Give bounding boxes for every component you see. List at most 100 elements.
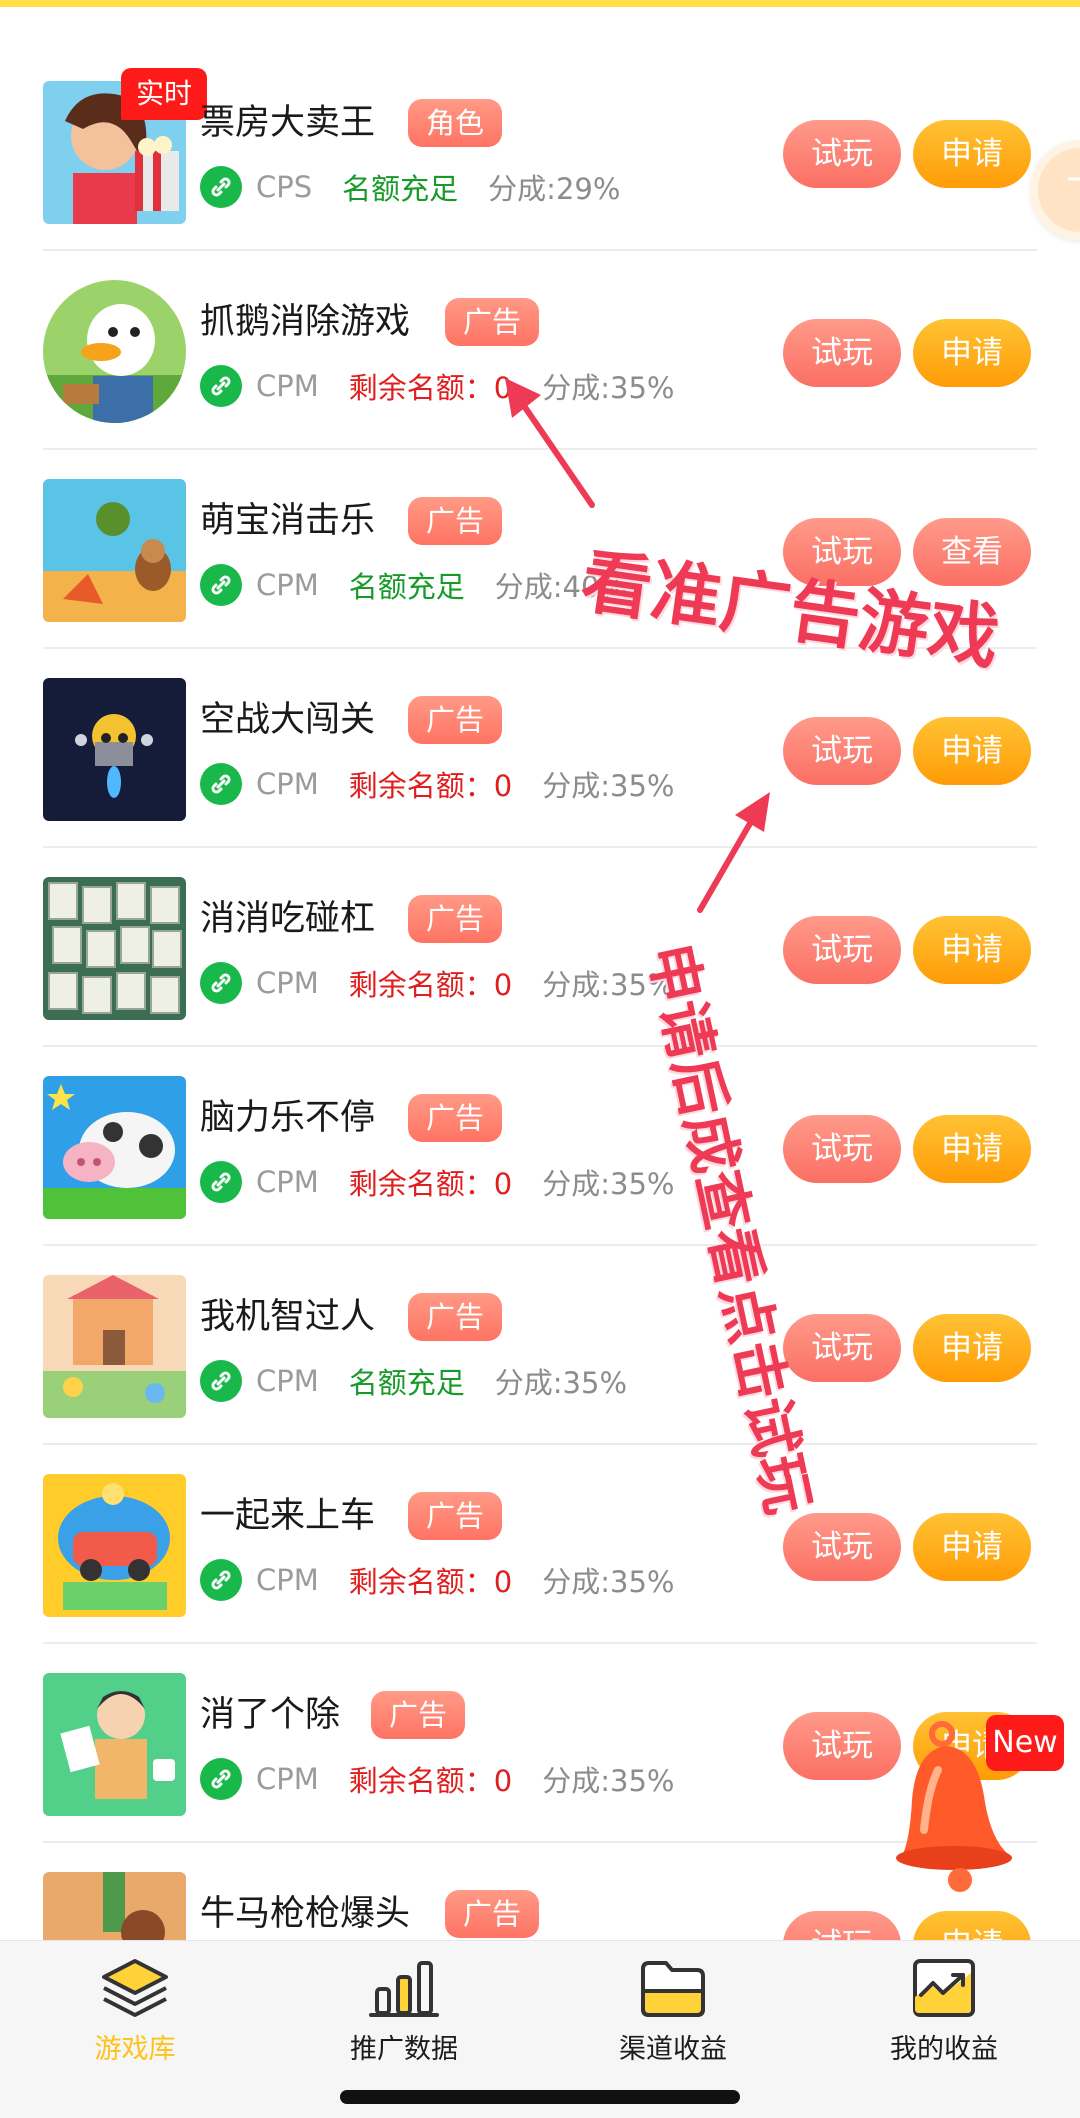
billing-type: CPM <box>256 966 319 1000</box>
category-tag: 广告 <box>445 298 540 346</box>
try-button[interactable]: 试玩 <box>783 1314 901 1382</box>
nav-label: 推广数据 <box>350 2034 458 2065</box>
game-thumbnail[interactable] <box>43 1673 186 1816</box>
game-row[interactable]: 我机智过人 广告 CPM 名额充足 分成:35% 试玩 申请 <box>43 1246 1037 1445</box>
game-title: 抓鹅消除游戏 <box>200 302 411 342</box>
quota-status: 剩余名额：0 <box>348 1764 513 1798</box>
billing-type: CPS <box>256 170 313 204</box>
revenue-share: 分成:35% <box>494 1366 628 1400</box>
view-button[interactable]: 查看 <box>913 518 1031 586</box>
try-button[interactable]: 试玩 <box>783 717 901 785</box>
floating-side-label: 下 <box>1066 162 1080 220</box>
nav-tab-game-library[interactable]: 游戏库 <box>35 1957 235 2066</box>
billing-type: CPM <box>256 1364 319 1398</box>
game-title: 空战大闯关 <box>200 700 376 740</box>
new-badge: New <box>986 1715 1064 1771</box>
quota-status: 剩余名额：0 <box>348 1565 513 1599</box>
game-thumbnail[interactable] <box>43 1275 186 1418</box>
revenue-share: 分成:35% <box>542 1167 675 1201</box>
apply-button[interactable]: 申请 <box>913 120 1031 188</box>
billing-type: CPM <box>256 369 319 403</box>
billing-type: CPM <box>256 568 319 602</box>
game-row[interactable]: 脑力乐不停 广告 CPM 剩余名额：0 分成:35% 试玩 申请 <box>43 1047 1037 1246</box>
game-row[interactable]: 实时 票房大卖王 角色 CPS 名额充足 分成:29% 试玩 申请 <box>43 52 1037 251</box>
trend-chart-icon <box>909 1957 979 2019</box>
nav-label: 渠道收益 <box>619 2034 727 2065</box>
try-button[interactable]: 试玩 <box>783 319 901 387</box>
game-meta: CPM 剩余名额：0 分成:35% <box>200 1556 674 1604</box>
game-row[interactable]: 一起来上车 广告 CPM 剩余名额：0 分成:35% 试玩 申请 <box>43 1445 1037 1644</box>
category-tag: 广告 <box>408 895 503 943</box>
quota-status: 剩余名额：0 <box>348 1167 513 1201</box>
game-thumbnail[interactable] <box>43 1076 186 1219</box>
game-meta: CPM 名额充足 分成:40% <box>200 561 627 609</box>
apply-button[interactable]: 申请 <box>913 717 1031 785</box>
mini-program-link-icon <box>200 564 242 606</box>
realtime-badge: 实时 <box>121 68 207 120</box>
game-meta: CPM 剩余名额：0 分成:35% <box>200 760 674 808</box>
category-tag: 广告 <box>408 1293 503 1341</box>
quota-status: 名额充足 <box>348 570 465 604</box>
game-title: 萌宝消击乐 <box>200 501 376 541</box>
mini-program-link-icon <box>200 365 242 407</box>
game-title: 我机智过人 <box>200 1297 376 1337</box>
try-button[interactable]: 试玩 <box>783 518 901 586</box>
billing-type: CPM <box>256 1165 319 1199</box>
revenue-share: 分成:35% <box>542 968 675 1002</box>
nav-label: 我的收益 <box>890 2034 998 2065</box>
game-meta: CPM 剩余名额：0 分成:35% <box>200 1755 674 1803</box>
mini-program-link-icon <box>200 962 242 1004</box>
bar-chart-icon <box>369 1957 439 2019</box>
game-row[interactable]: 消消吃碰杠 广告 CPM 剩余名额：0 分成:35% 试玩 申请 <box>43 848 1037 1047</box>
game-thumbnail[interactable] <box>43 877 186 1020</box>
category-tag: 角色 <box>408 99 503 147</box>
nav-tab-channel-earnings[interactable]: 渠道收益 <box>573 1957 773 2066</box>
game-meta: CPS 名额充足 分成:29% <box>200 163 620 211</box>
nav-label: 游戏库 <box>94 2034 176 2065</box>
apply-button[interactable]: 申请 <box>913 1115 1031 1183</box>
game-thumbnail[interactable] <box>43 1474 186 1617</box>
game-row[interactable]: 萌宝消击乐 广告 CPM 名额充足 分成:40% 试玩 查看 <box>43 450 1037 649</box>
layers-icon <box>100 1957 170 2019</box>
apply-button[interactable]: 申请 <box>913 319 1031 387</box>
billing-type: CPM <box>256 1762 319 1796</box>
game-meta: CPM 剩余名额：0 分成:35% <box>200 1158 674 1206</box>
folder-icon <box>638 1957 708 2019</box>
apply-button[interactable]: 申请 <box>913 1513 1031 1581</box>
mini-program-link-icon <box>200 1161 242 1203</box>
game-meta: CPM 剩余名额：0 分成:35% <box>200 959 674 1007</box>
game-title: 消了个除 <box>200 1695 341 1735</box>
revenue-share: 分成:29% <box>488 172 621 206</box>
game-thumbnail[interactable] <box>43 479 186 622</box>
nav-tab-my-earnings[interactable]: 我的收益 <box>844 1957 1044 2066</box>
quota-status: 名额充足 <box>342 172 459 206</box>
apply-button[interactable]: 申请 <box>913 916 1031 984</box>
game-meta: CPM 名额充足 分成:35% <box>200 1357 627 1405</box>
game-thumbnail[interactable] <box>43 280 186 423</box>
revenue-share: 分成:35% <box>542 1565 675 1599</box>
nav-tab-promo-data[interactable]: 推广数据 <box>304 1957 504 2066</box>
revenue-share: 分成:35% <box>542 1764 675 1798</box>
mini-program-link-icon <box>200 1360 242 1402</box>
try-button[interactable]: 试玩 <box>783 120 901 188</box>
mini-program-link-icon <box>200 1758 242 1800</box>
category-tag: 广告 <box>408 1492 503 1540</box>
quota-status: 剩余名额：0 <box>348 769 513 803</box>
game-title: 脑力乐不停 <box>200 1098 376 1138</box>
game-row[interactable]: 抓鹅消除游戏 广告 CPM 剩余名额：0 分成:35% 试玩 申请 <box>43 251 1037 450</box>
game-title: 消消吃碰杠 <box>200 899 376 939</box>
category-tag: 广告 <box>371 1691 466 1739</box>
quota-status: 名额充足 <box>348 1366 465 1400</box>
game-title: 一起来上车 <box>200 1496 376 1536</box>
home-indicator[interactable] <box>340 2090 740 2104</box>
top-accent-bar <box>0 0 1080 7</box>
floating-side-button[interactable]: 下 <box>1030 140 1080 240</box>
game-row[interactable]: 空战大闯关 广告 CPM 剩余名额：0 分成:35% 试玩 申请 <box>43 649 1037 848</box>
try-button[interactable]: 试玩 <box>783 916 901 984</box>
try-button[interactable]: 试玩 <box>783 1115 901 1183</box>
game-thumbnail[interactable] <box>43 678 186 821</box>
apply-button[interactable]: 申请 <box>913 1314 1031 1382</box>
quota-status: 剩余名额：0 <box>348 371 513 405</box>
mini-program-link-icon <box>200 1559 242 1601</box>
try-button[interactable]: 试玩 <box>783 1513 901 1581</box>
